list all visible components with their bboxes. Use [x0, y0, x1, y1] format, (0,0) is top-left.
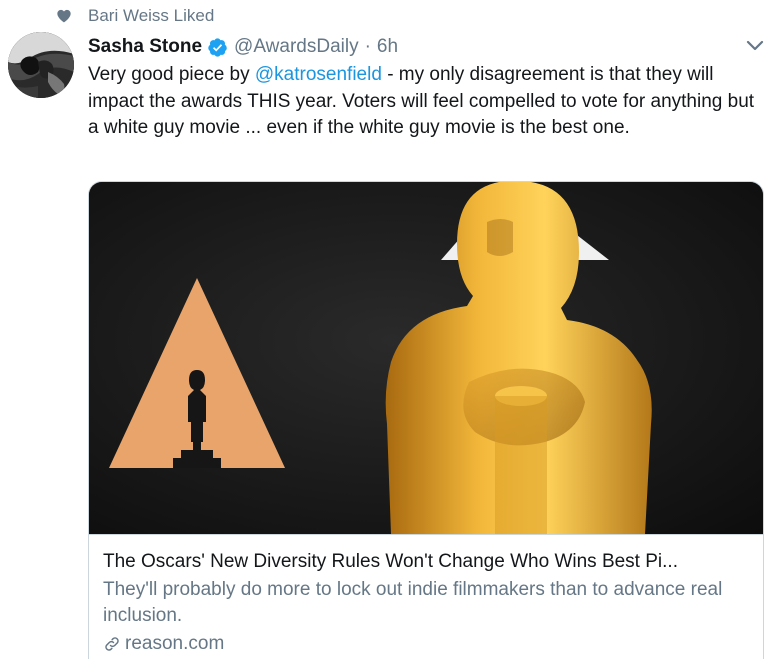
tweet[interactable]: Bari Weiss Liked Sasha Stone @AwardsDail…	[0, 0, 778, 659]
card-title[interactable]: The Oscars' New Diversity Rules Won't Ch…	[103, 549, 749, 575]
author-name[interactable]: Sasha Stone	[88, 36, 202, 58]
tweet-text: Very good piece by @katrosenfield - my o…	[88, 62, 768, 142]
card-description: They'll probably do more to lock out ind…	[103, 579, 723, 626]
author-handle[interactable]: @AwardsDaily	[234, 36, 359, 58]
tweet-header: Sasha Stone @AwardsDaily · 6h	[88, 33, 398, 61]
chevron-down-icon[interactable]	[746, 40, 764, 52]
card-domain-label: reason.com	[125, 633, 225, 654]
tweet-timestamp[interactable]: 6h	[377, 36, 398, 58]
mention-link[interactable]: @katrosenfield	[255, 64, 382, 85]
header-separator: ·	[364, 36, 371, 57]
link-icon	[105, 637, 119, 651]
verified-badge-icon	[208, 37, 227, 57]
avatar-image	[8, 32, 74, 98]
social-context: Bari Weiss Liked	[56, 6, 214, 26]
oscar-statue-image	[89, 182, 763, 534]
card-body[interactable]: The Oscars' New Diversity Rules Won't Ch…	[89, 534, 763, 657]
heart-icon	[57, 9, 71, 23]
avatar[interactable]	[8, 32, 74, 98]
link-card[interactable]: The Oscars' New Diversity Rules Won't Ch…	[88, 181, 764, 659]
tweet-text-part: Very good piece by	[88, 64, 255, 85]
social-context-label: Bari Weiss Liked	[88, 6, 215, 25]
card-domain: reason.com	[103, 631, 749, 657]
card-image[interactable]	[89, 182, 763, 534]
